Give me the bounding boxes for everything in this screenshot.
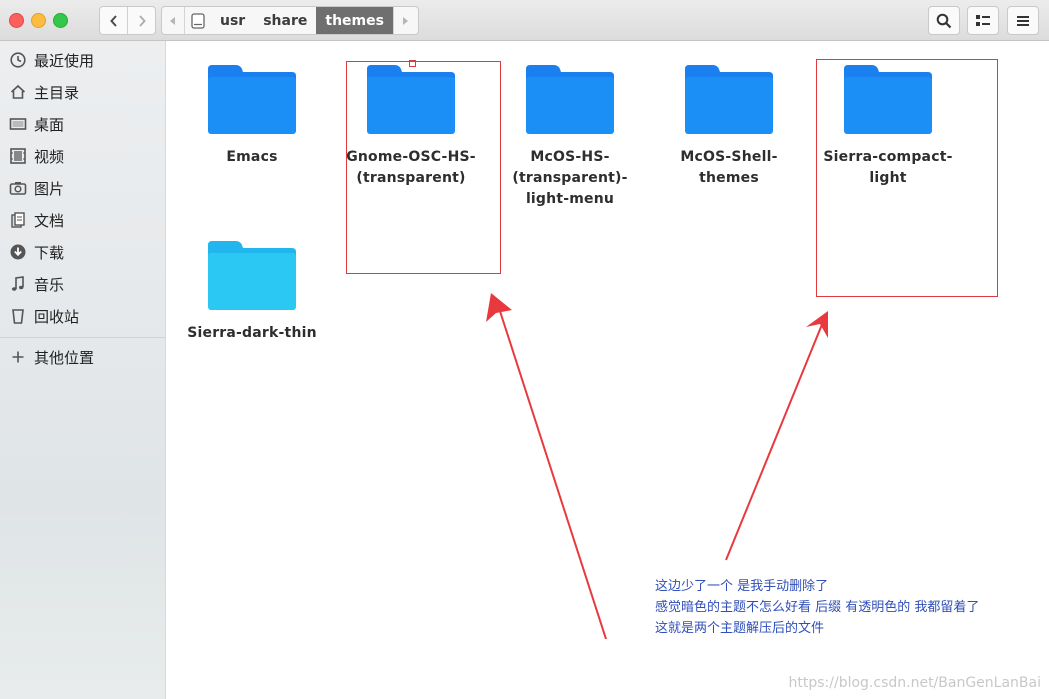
- annotation-line: 这就是两个主题解压后的文件: [655, 621, 825, 636]
- annotation-text: 这边少了一个 是我手动删除了 感觉暗色的主题不怎么好看 后缀 有透明色的 我都留…: [655, 576, 979, 639]
- annotation-line: 感觉暗色的主题不怎么好看 后缀 有透明色的 我都留着了: [655, 600, 980, 615]
- annotation-line: 这边少了一个 是我手动删除了: [655, 579, 829, 594]
- arrow-to-gnome: [486, 293, 607, 640]
- watermark: https://blog.csdn.net/BanGenLanBai: [788, 675, 1041, 691]
- arrow-to-sierra: [725, 311, 828, 561]
